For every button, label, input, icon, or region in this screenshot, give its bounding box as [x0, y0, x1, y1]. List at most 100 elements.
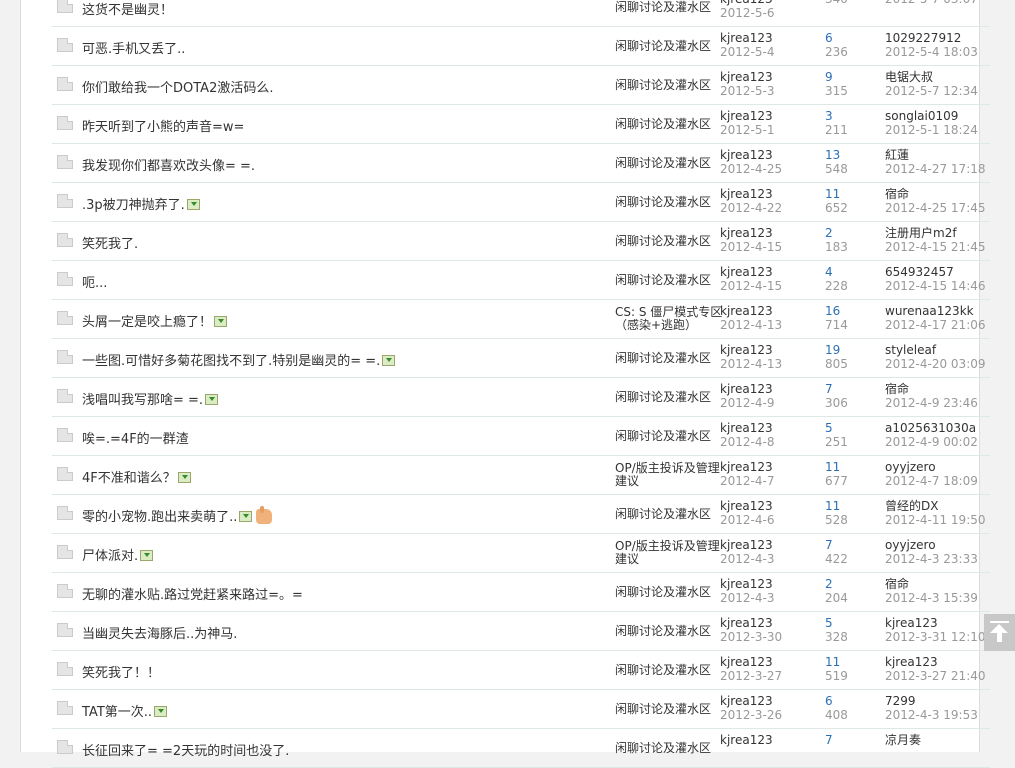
author-name-link[interactable]: kjrea123 — [720, 538, 773, 552]
last-post-time-link[interactable]: 2012-5-4 18:03 — [885, 45, 978, 59]
author-name-link[interactable]: kjrea123 — [720, 499, 773, 513]
author-name-link[interactable]: kjrea123 — [720, 31, 773, 45]
thread-title-link[interactable]: TAT第一次.. — [82, 701, 168, 720]
author-name-link[interactable]: kjrea123 — [720, 70, 773, 84]
last-post-time-link[interactable]: 2012-5-7 03:07 — [885, 0, 978, 6]
author-name-link[interactable]: kjrea123 — [720, 265, 773, 279]
thread-title-link[interactable]: 可恶.手机又丢了.. — [82, 38, 185, 57]
thread-forum-link[interactable]: 闲聊讨论及灌水区 — [615, 0, 723, 21]
thread-forum-link[interactable]: 闲聊讨论及灌水区 — [615, 266, 723, 294]
reply-count-link[interactable]: 2 — [825, 226, 848, 240]
thread-forum-link[interactable]: 闲聊讨论及灌水区 — [615, 188, 723, 216]
thread-forum-link[interactable]: 闲聊讨论及灌水区 — [615, 695, 723, 723]
last-post-time-link[interactable]: 2012-4-11 19:50 — [885, 513, 986, 527]
author-name-link[interactable]: kjrea123 — [720, 694, 773, 708]
author-name-link[interactable]: kjrea123 — [720, 616, 773, 630]
back-to-top-button[interactable] — [984, 614, 1015, 651]
thread-title-link[interactable]: 这货不是幽灵！ — [82, 0, 173, 18]
last-post-time-link[interactable]: 2012-4-7 18:09 — [885, 474, 978, 488]
author-name-link[interactable]: kjrea123 — [720, 304, 773, 318]
last-post-time-link[interactable]: 2012-4-15 21:45 — [885, 240, 986, 254]
reply-count-link[interactable]: 7 — [825, 733, 833, 747]
thread-forum-link[interactable]: 闲聊讨论及灌水区 — [615, 383, 723, 411]
last-post-time-link[interactable]: 2012-4-9 23:46 — [885, 396, 978, 410]
thread-forum-link[interactable]: 闲聊讨论及灌水区 — [615, 734, 723, 762]
author-name-link[interactable]: kjrea123 — [720, 460, 773, 474]
author-name-link[interactable]: kjrea123 — [720, 421, 773, 435]
last-post-time-link[interactable]: 2012-4-3 19:53 — [885, 708, 978, 722]
last-post-user-link[interactable]: 电锯大叔 — [885, 70, 933, 84]
thread-title-link[interactable]: 我发现你们都喜欢改头像= =. — [82, 155, 255, 174]
thread-title-link[interactable]: 无聊的灌水贴.路过党赶紧来路过=。= — [82, 584, 303, 603]
reply-count-link[interactable]: 5 — [825, 421, 848, 435]
thread-title-link[interactable]: 零的小宠物.跑出来卖萌了.. — [82, 506, 273, 525]
last-post-user-link[interactable]: 1029227912 — [885, 31, 961, 45]
thread-title-link[interactable]: 一些图.可惜好多菊花图找不到了.特别是幽灵的= =. — [82, 350, 396, 369]
reply-count-link[interactable]: 6 — [825, 694, 848, 708]
thread-forum-link[interactable]: 闲聊讨论及灌水区 — [615, 344, 723, 372]
last-post-time-link[interactable]: 2012-4-25 17:45 — [885, 201, 986, 215]
thread-title-link[interactable]: 你们敢给我一个DOTA2激活码么. — [82, 77, 273, 96]
last-post-user-link[interactable]: styleleaf — [885, 343, 936, 357]
last-post-user-link[interactable]: 紅蓮 — [885, 148, 909, 162]
reply-count-link[interactable]: 9 — [825, 70, 848, 84]
author-name-link[interactable]: kjrea123 — [720, 226, 773, 240]
thread-title-link[interactable]: 头屑一定是咬上瘾了！ — [82, 311, 228, 330]
reply-count-link[interactable]: 7 — [825, 538, 848, 552]
author-name-link[interactable]: kjrea123 — [720, 733, 773, 747]
last-post-user-link[interactable]: 曾经的DX — [885, 499, 938, 513]
author-name-link[interactable]: kjrea123 — [720, 343, 773, 357]
reply-count-link[interactable]: 7 — [825, 382, 848, 396]
thread-forum-link[interactable]: 闲聊讨论及灌水区 — [615, 110, 723, 138]
thread-title-link[interactable]: 呃... — [82, 272, 107, 291]
last-post-user-link[interactable]: 宿命 — [885, 577, 909, 591]
thread-title-link[interactable]: 笑死我了. — [82, 233, 138, 252]
last-post-time-link[interactable]: 2012-5-7 12:34 — [885, 84, 978, 98]
last-post-time-link[interactable]: 2012-4-17 21:06 — [885, 318, 986, 332]
last-post-time-link[interactable]: 2012-4-15 14:46 — [885, 279, 986, 293]
thread-title-link[interactable]: 当幽灵失去海豚后..为神马. — [82, 623, 237, 642]
thread-title-link[interactable]: 4F不准和谐么？ — [82, 467, 191, 486]
reply-count-link[interactable]: 16 — [825, 304, 848, 318]
thread-title-link[interactable]: 昨天听到了小熊的声音=w= — [82, 116, 244, 135]
author-name-link[interactable]: kjrea123 — [720, 187, 773, 201]
last-post-user-link[interactable]: songlai0109 — [885, 109, 958, 123]
reply-count-link[interactable]: 4 — [825, 265, 848, 279]
last-post-user-link[interactable]: oyyjzero — [885, 538, 936, 552]
last-post-user-link[interactable]: 宿命 — [885, 382, 909, 396]
reply-count-link[interactable]: 11 — [825, 187, 848, 201]
last-post-time-link[interactable]: 2012-4-9 00:02 — [885, 435, 978, 449]
thread-title-link[interactable]: 唉=.=4F的一群渣 — [82, 428, 189, 447]
reply-count-link[interactable]: 11 — [825, 499, 848, 513]
last-post-time-link[interactable]: 2012-4-27 17:18 — [885, 162, 986, 176]
thread-title-link[interactable]: 尸体派对. — [82, 545, 154, 564]
last-post-user-link[interactable]: 宿命 — [885, 187, 909, 201]
last-post-user-link[interactable]: 凉月奏 — [885, 733, 921, 747]
last-post-time-link[interactable]: 2012-5-1 18:24 — [885, 123, 978, 137]
reply-count-link[interactable]: 6 — [825, 31, 848, 45]
last-post-time-link[interactable]: 2012-3-31 12:10 — [885, 630, 986, 644]
last-post-time-link[interactable]: 2012-4-3 15:39 — [885, 591, 978, 605]
author-name-link[interactable]: kjrea123 — [720, 577, 773, 591]
reply-count-link[interactable]: 3 — [825, 109, 848, 123]
last-post-user-link[interactable]: kjrea123 — [885, 616, 938, 630]
last-post-time-link[interactable]: 2012-4-20 03:09 — [885, 357, 986, 371]
thread-forum-link[interactable]: 闲聊讨论及灌水区 — [615, 227, 723, 255]
thread-title-link[interactable]: .3p被刀神抛弃了. — [82, 194, 200, 213]
author-name-link[interactable]: kjrea123 — [720, 382, 773, 396]
thread-title-link[interactable]: 长征回来了= =2天玩的时间也没了. — [82, 740, 289, 759]
author-name-link[interactable]: kjrea123 — [720, 655, 773, 669]
last-post-user-link[interactable]: wurenaa123kk — [885, 304, 974, 318]
thread-forum-link[interactable]: 闲聊讨论及灌水区 — [615, 71, 723, 99]
reply-count-link[interactable]: 2 — [825, 577, 848, 591]
reply-count-link[interactable]: 11 — [825, 655, 848, 669]
thread-forum-link[interactable]: 闲聊讨论及灌水区 — [615, 578, 723, 606]
reply-count-link[interactable]: 13 — [825, 148, 848, 162]
thread-forum-link[interactable]: 闲聊讨论及灌水区 — [615, 149, 723, 177]
reply-count-link[interactable]: 19 — [825, 343, 848, 357]
last-post-user-link[interactable]: a1025631030a — [885, 421, 976, 435]
thread-forum-link[interactable]: OP/版主投诉及管理建议 — [615, 539, 723, 567]
last-post-user-link[interactable]: 7299 — [885, 694, 916, 708]
last-post-user-link[interactable]: 注册用户m2f — [885, 226, 957, 240]
thread-forum-link[interactable]: CS: S 僵尸模式专区（感染+逃跑） — [615, 305, 723, 333]
